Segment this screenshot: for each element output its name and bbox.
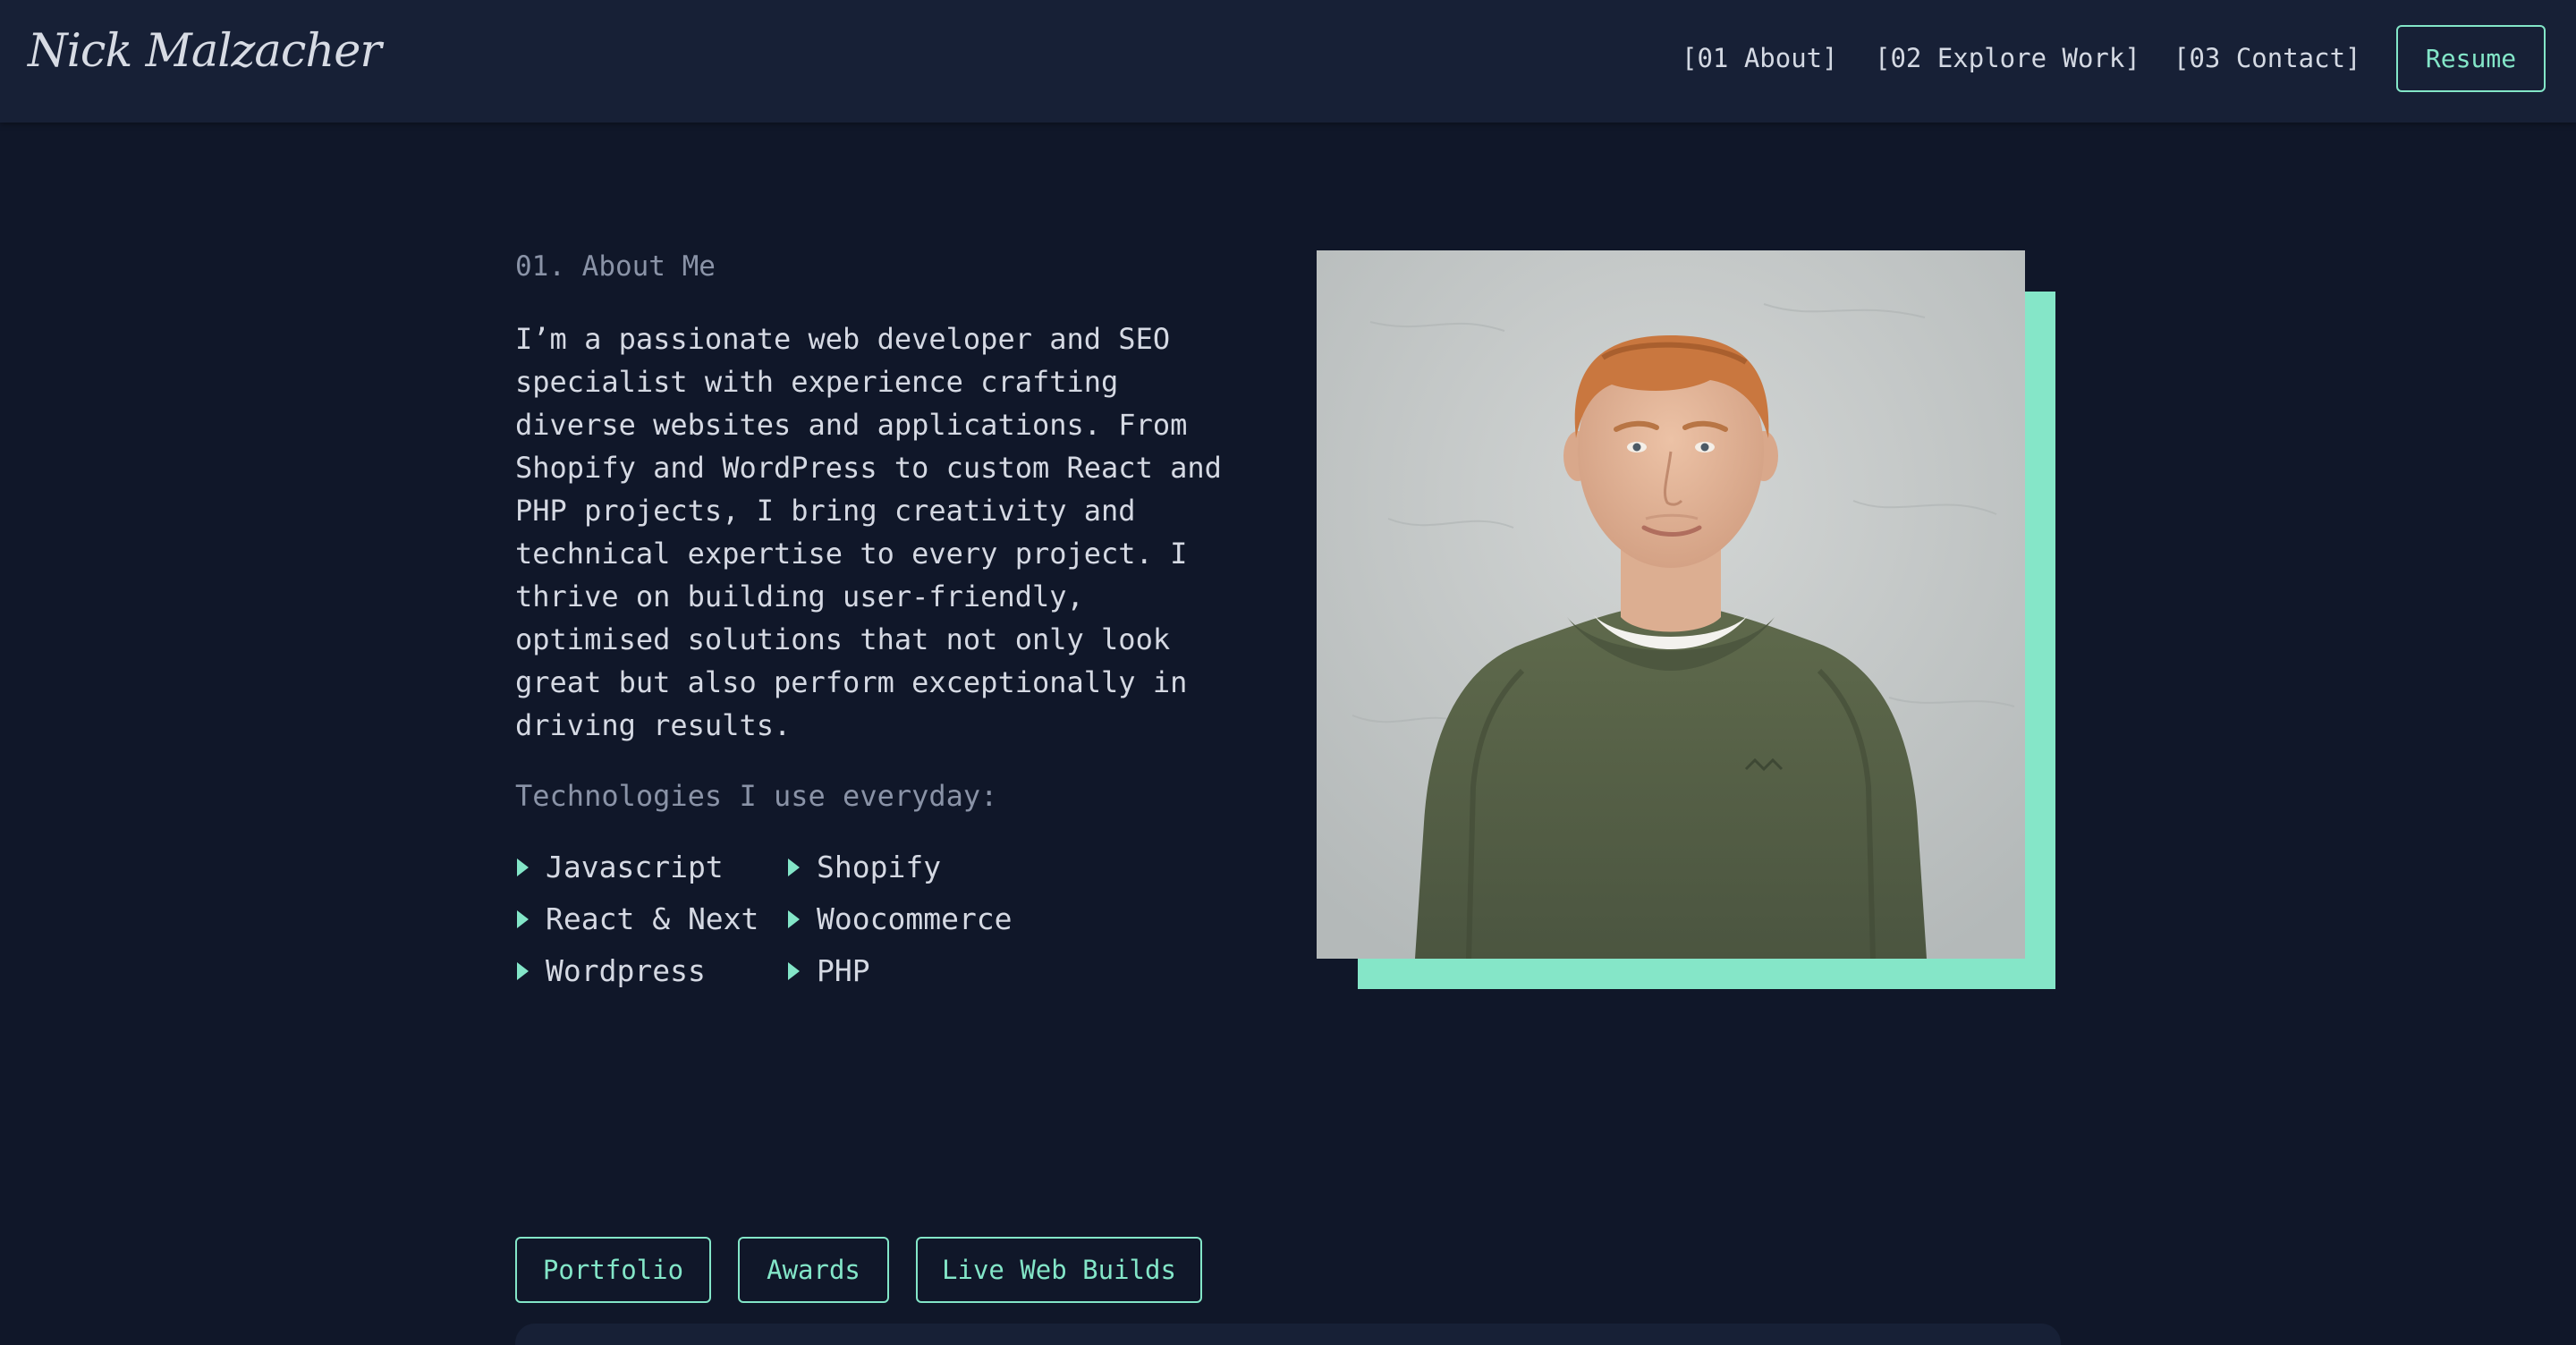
tech-item-label: React & Next [546, 901, 759, 936]
tech-item-label: Woocommerce [817, 901, 1013, 936]
tech-item: Wordpress [517, 953, 706, 988]
work-panel [515, 1324, 2061, 1345]
tech-item: Javascript [517, 850, 724, 884]
tech-item: PHP [788, 953, 870, 988]
section-heading: 01. About Me [515, 250, 716, 283]
tech-item: React & Next [517, 901, 758, 936]
nav-link-explore-work[interactable]: [02 Explore Work] [1875, 43, 2140, 73]
technologies-heading: Technologies I use everyday: [515, 779, 998, 813]
tab-portfolio[interactable]: Portfolio [515, 1237, 711, 1303]
tech-item: Shopify [788, 850, 941, 884]
resume-button[interactable]: Resume [2396, 25, 2546, 92]
tech-item-label: Javascript [546, 850, 724, 884]
tech-item: Woocommerce [788, 901, 1013, 936]
bio-text: I’m a passionate web developer and SEO s… [515, 322, 1222, 742]
page: Nick Malzacher [01 About] [02 Explore Wo… [0, 0, 2576, 1345]
nav-link-contact[interactable]: [03 Contact] [2174, 43, 2361, 73]
tech-item-label: PHP [817, 953, 870, 988]
tab-live-web-builds[interactable]: Live Web Builds [916, 1237, 1202, 1303]
triangle-bullet-icon [788, 909, 800, 928]
triangle-bullet-icon [788, 961, 800, 980]
site-logo[interactable]: Nick Malzacher [28, 25, 382, 78]
tech-item-label: Wordpress [546, 953, 706, 988]
nav-link-about[interactable]: [01 About] [1682, 43, 1838, 73]
site-header: Nick Malzacher [01 About] [02 Explore Wo… [0, 0, 2576, 123]
triangle-bullet-icon [788, 858, 800, 876]
triangle-bullet-icon [517, 858, 529, 876]
triangle-bullet-icon [517, 961, 529, 980]
profile-photo [1317, 250, 2025, 959]
tech-item-label: Shopify [817, 850, 942, 884]
triangle-bullet-icon [517, 909, 529, 928]
tab-awards[interactable]: Awards [738, 1237, 889, 1303]
